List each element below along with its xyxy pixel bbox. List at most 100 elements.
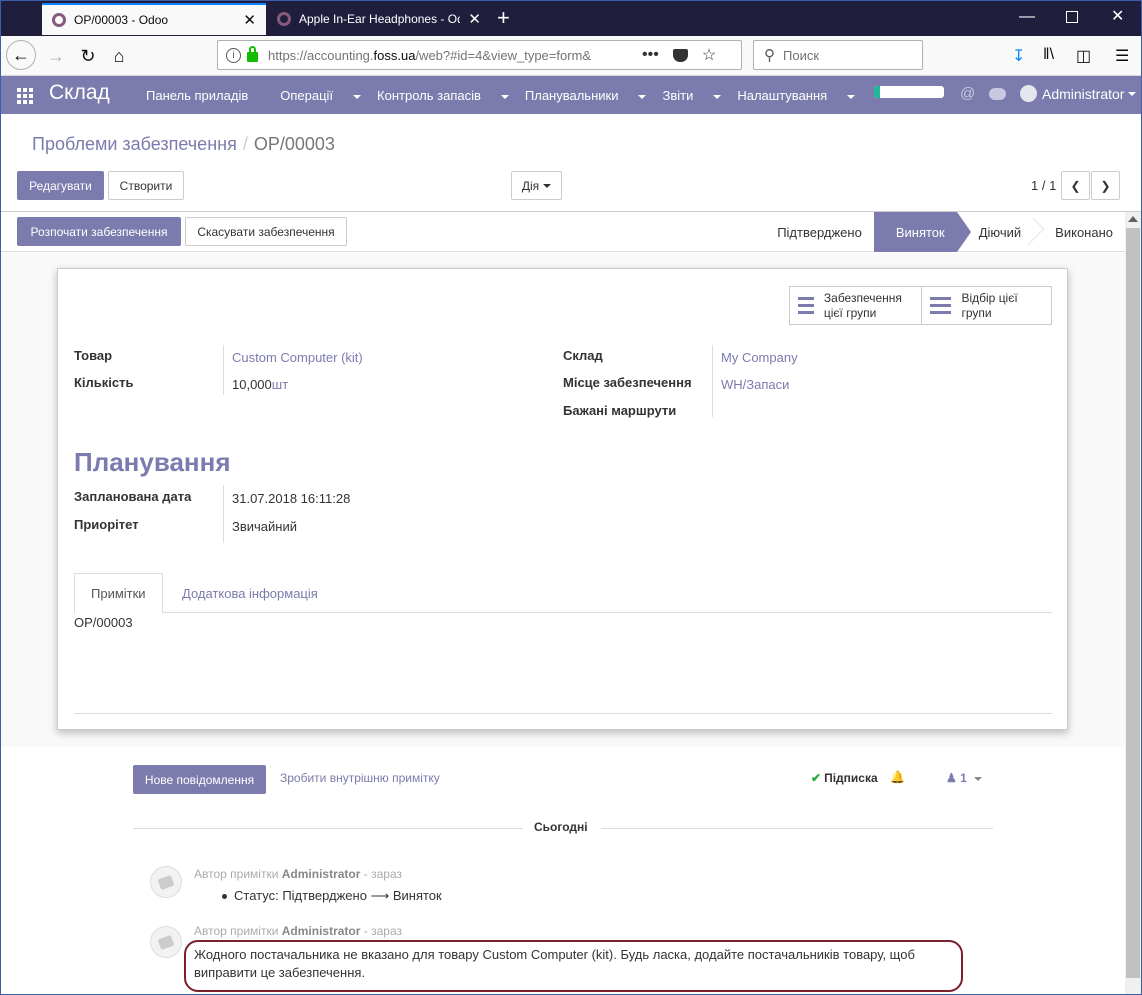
smart-buttons: Забезпечення цієї групи Відбір цієї груп… [789, 286, 1052, 325]
planner-progress-bar[interactable] [874, 86, 944, 98]
close-tab-icon[interactable]: ✕ [243, 13, 256, 28]
stage-exception[interactable]: Виняток [873, 212, 971, 252]
log-note-link[interactable]: Зробити внутрішню примітку [280, 771, 440, 785]
form-status-bar: Розпочати забезпечення Скасувати забезпе… [1, 212, 1125, 252]
quantity-label: Кількість [74, 375, 134, 390]
info-icon[interactable]: i [226, 47, 241, 63]
cancel-procurement-button[interactable]: Скасувати забезпечення [185, 217, 347, 246]
home-icon[interactable]: ⌂ [104, 42, 134, 70]
priority-value: Звичайний [232, 519, 297, 534]
page-actions-icon[interactable]: ••• [642, 46, 659, 64]
check-icon: ✔ [811, 771, 822, 785]
pager-next-icon[interactable]: ❯ [1091, 171, 1120, 200]
list-icon [929, 297, 952, 314]
browser-tab[interactable]: Apple In-Ear Headphones - Odoo ✕ [267, 3, 491, 35]
followers-dropdown[interactable]: ♟ 1 [946, 771, 983, 785]
follow-status[interactable]: ✔ Підписка [811, 771, 878, 785]
menu-icon[interactable]: ☰ [1115, 46, 1129, 66]
apps-grid-icon[interactable] [17, 88, 33, 104]
scheduled-date-label: Запланована дата [74, 489, 192, 504]
bookmark-star-icon[interactable]: ☆ [702, 45, 716, 65]
group-picking-button[interactable]: Відбір цієї групи [920, 287, 1052, 324]
url-bar[interactable]: i https://accounting.foss.ua/web?#id=4&v… [217, 40, 742, 70]
pager-previous-icon[interactable]: ❮ [1061, 171, 1090, 200]
highlight-annotation [184, 940, 963, 992]
tab-notes[interactable]: Примітки [74, 573, 163, 614]
message-author: Автор примітки Administrator - зараз [194, 867, 403, 881]
stage-done[interactable]: Виконано [1033, 212, 1125, 252]
scheduled-date-value: 31.07.2018 16:11:28 [232, 491, 351, 506]
app-brand[interactable]: Склад [49, 81, 110, 105]
maximize-icon[interactable] [1066, 11, 1078, 23]
menu-dashboard[interactable]: Панель приладів [146, 88, 264, 103]
menu-items: Панель приладів Операції Контроль запасі… [146, 88, 871, 103]
back-icon[interactable]: ← [6, 40, 36, 70]
url-text[interactable]: https://accounting.foss.ua/web?#id=4&vie… [268, 48, 628, 63]
product-value[interactable]: Custom Computer (kit) [232, 350, 363, 365]
user-menu[interactable]: Administrator [1020, 85, 1137, 102]
avatar [150, 866, 182, 898]
close-tab-icon[interactable]: ✕ [468, 12, 481, 27]
avatar [150, 926, 182, 958]
search-placeholder: Поиск [783, 47, 820, 63]
bell-icon[interactable]: 🔔 [890, 770, 905, 784]
minimize-icon[interactable]: — [1019, 9, 1035, 25]
message-body: Статус: Підтверджено ⟶ Виняток [222, 888, 442, 904]
close-window-icon[interactable]: ✕ [1111, 9, 1124, 25]
stage-pipeline: Підтверджено Виняток Діючий Виконано [755, 212, 1125, 252]
priority-label: Приорітет [74, 517, 139, 532]
odoo-main-menu: Склад Панель приладів Операції Контроль … [1, 76, 1141, 114]
tab-extra-info[interactable]: Додаткова інформація [166, 573, 334, 614]
library-icon[interactable]: ‖\ [1043, 46, 1054, 64]
menu-operations[interactable]: Операції [280, 88, 362, 103]
search-icon: ⚲ [764, 47, 775, 64]
menu-reports[interactable]: Звіти [662, 88, 722, 103]
user-name: Administrator [1042, 85, 1125, 102]
group-procurements-button[interactable]: Забезпечення цієї групи [790, 287, 921, 324]
location-value[interactable]: WH/Запаси [721, 377, 789, 392]
browser-tab-active[interactable]: OP/00003 - Odoo ✕ [42, 3, 266, 35]
forward-icon[interactable]: → [41, 42, 71, 70]
create-button[interactable]: Створити [108, 171, 184, 200]
browser-tab-bar: OP/00003 - Odoo ✕ Apple In-Ear Headphone… [0, 0, 1142, 36]
pocket-icon[interactable] [672, 48, 688, 62]
chat-icon[interactable] [989, 88, 1006, 100]
page-scrollbar[interactable] [1125, 212, 1141, 995]
warehouse-label: Склад [563, 348, 603, 363]
pager-value: 1 / 1 [1031, 178, 1057, 193]
reload-icon[interactable]: ↻ [73, 42, 103, 70]
form-sheet: Забезпечення цієї групи Відбір цієї груп… [57, 268, 1068, 730]
warehouse-value[interactable]: My Company [721, 350, 798, 365]
location-label: Місце забезпечення [563, 375, 692, 390]
quantity-value: 10,000шт [232, 377, 289, 392]
odoo-favicon-icon [277, 12, 291, 26]
field-divider [223, 345, 224, 395]
stage-confirmed[interactable]: Підтверджено [755, 212, 874, 252]
menu-schedulers[interactable]: Планувальники [525, 88, 647, 103]
menu-inventory-control[interactable]: Контроль запасів [377, 88, 509, 103]
download-icon[interactable]: ↧ [1012, 46, 1025, 66]
avatar [1020, 85, 1037, 102]
field-divider [223, 485, 224, 543]
search-input[interactable]: ⚲ Поиск [753, 40, 923, 70]
user-icon: ♟ [946, 771, 957, 785]
field-divider [712, 345, 713, 417]
scroll-thumb[interactable] [1126, 228, 1140, 978]
tab-title: OP/00003 - Odoo [74, 13, 169, 27]
edit-button[interactable]: Редагувати [17, 171, 104, 200]
scroll-up-icon[interactable] [1128, 216, 1138, 222]
sidebar-icon[interactable]: ◫ [1076, 46, 1091, 66]
divider [133, 828, 523, 829]
divider [601, 828, 993, 829]
uom-value: шт [271, 377, 289, 392]
new-message-button[interactable]: Нове повідомлення [133, 765, 266, 794]
mention-icon[interactable]: @ [960, 85, 975, 102]
breadcrumb: Проблеми забезпечення / OP/00003 [32, 134, 335, 154]
breadcrumb-parent[interactable]: Проблеми забезпечення [32, 134, 237, 154]
new-tab-icon[interactable]: + [497, 7, 510, 29]
menu-settings[interactable]: Налаштування [737, 88, 856, 103]
action-dropdown[interactable]: Дія [511, 171, 562, 200]
run-procurement-button[interactable]: Розпочати забезпечення [17, 217, 181, 246]
notebook-tabs: Примітки Додаткова інформація [74, 573, 1052, 614]
list-icon [798, 297, 814, 314]
